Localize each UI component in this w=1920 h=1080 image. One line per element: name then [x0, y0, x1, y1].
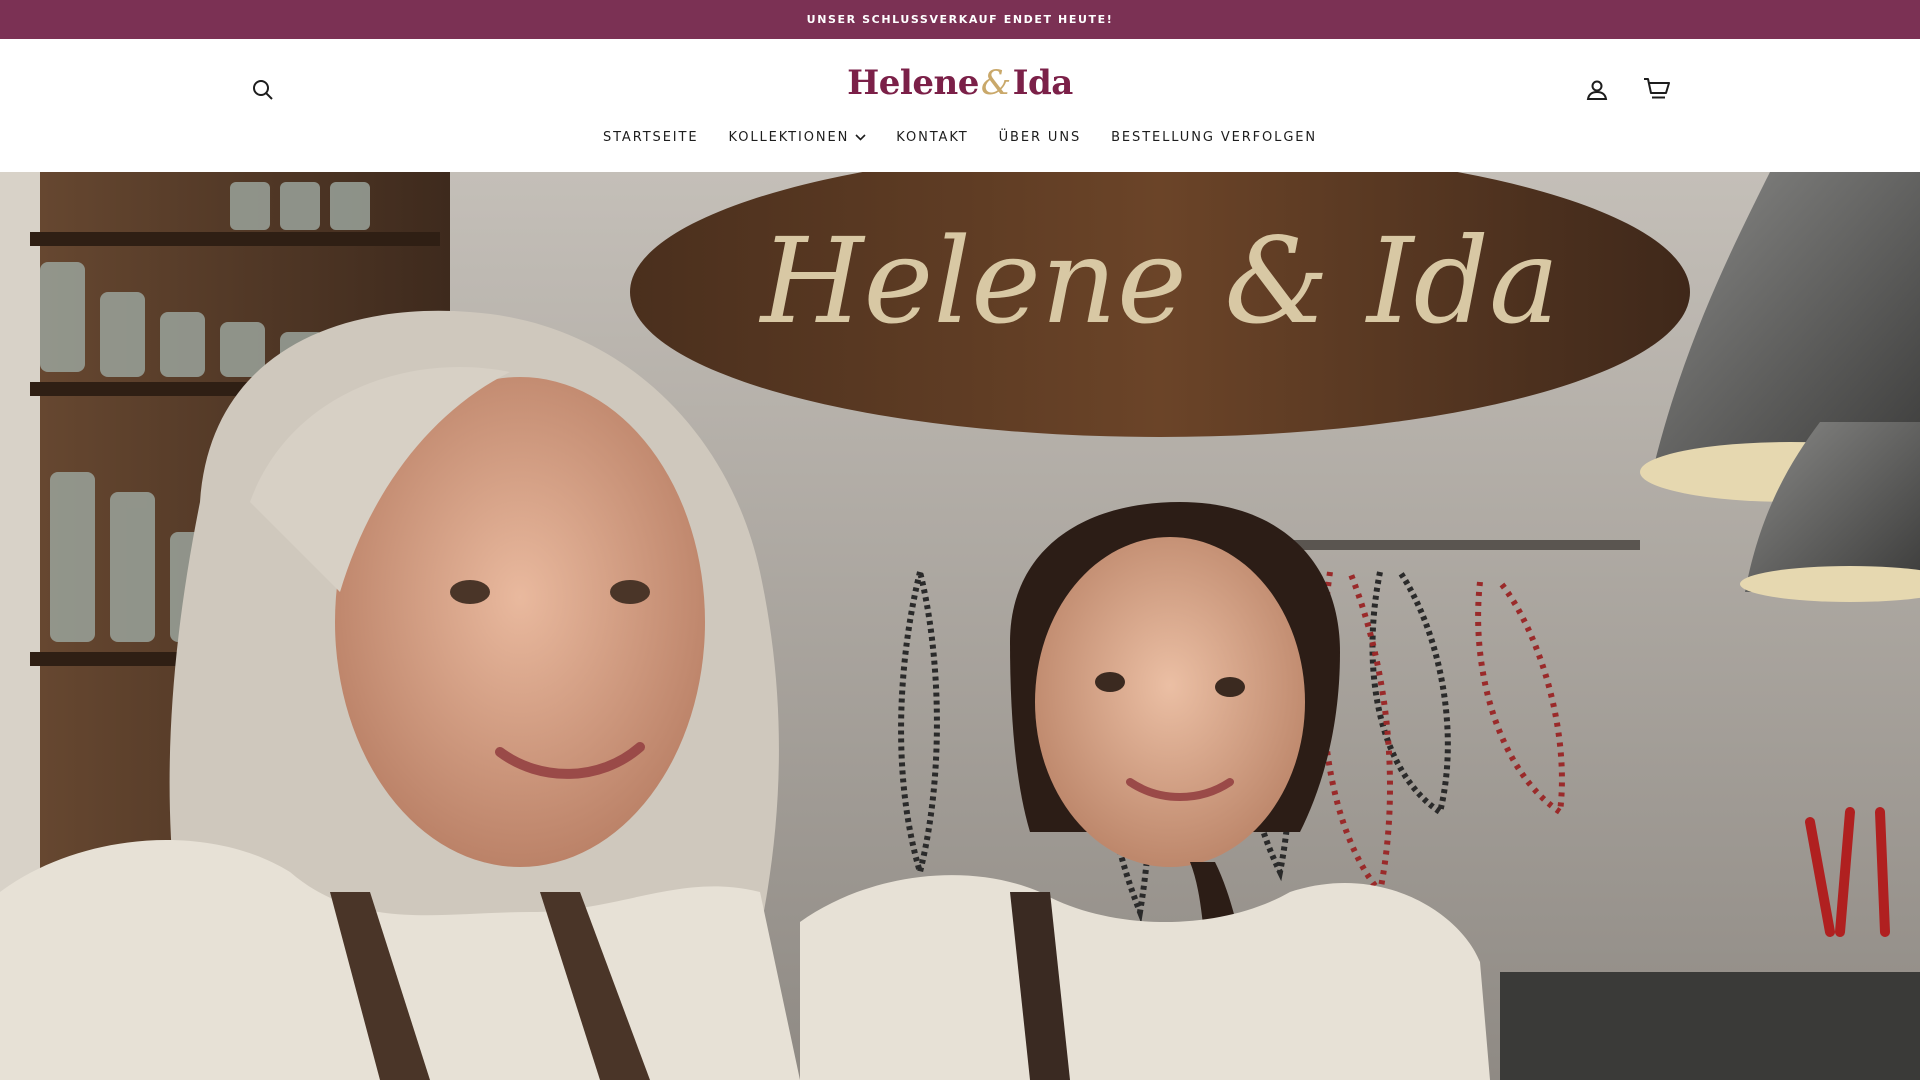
nav-item-label: STARTSEITE — [602, 130, 699, 145]
sign-text: Helene & Ida — [759, 212, 1560, 350]
announcement-bar: UNSER SCHLUSSVERKAUF ENDET HEUTE! — [0, 0, 1920, 39]
nav-item-label: BESTELLUNG VERFOLGEN — [1111, 130, 1318, 145]
announcement-text: UNSER SCHLUSSVERKAUF ENDET HEUTE! — [806, 13, 1114, 26]
search-icon — [251, 78, 275, 102]
nav-item-kontakt[interactable]: KONTAKT — [881, 126, 983, 149]
nav-item-label: KOLLEKTIONEN — [728, 130, 850, 145]
search-button[interactable] — [248, 75, 278, 105]
hero-illustration: Helene & Ida — [0, 172, 1920, 1080]
cart-button[interactable] — [1640, 73, 1674, 105]
nav-item-kollektionen[interactable]: KOLLEKTIONEN — [714, 126, 882, 149]
cart-icon — [1643, 76, 1671, 102]
main-navigation: STARTSEITE KOLLEKTIONEN KONTAKT ÜBER UNS… — [0, 126, 1920, 149]
site-header: Helene&Ida STARTSEITE KOLLEKTIONEN KONTA… — [0, 39, 1920, 172]
logo-link[interactable]: Helene&Ida — [847, 63, 1073, 103]
chevron-down-icon — [855, 134, 866, 141]
nav-item-bestellung-verfolgen[interactable]: BESTELLUNG VERFOLGEN — [1096, 126, 1332, 149]
site-logo: Helene&Ida — [0, 63, 1920, 103]
nav-item-label: ÜBER UNS — [998, 130, 1082, 145]
logo-part-1: Helene — [847, 63, 979, 103]
workbench — [1500, 972, 1920, 1080]
nav-item-startseite[interactable]: STARTSEITE — [588, 126, 714, 149]
nav-item-ueber-uns[interactable]: ÜBER UNS — [984, 126, 1097, 149]
logo-ampersand: & — [980, 63, 1011, 103]
account-button[interactable] — [1582, 75, 1612, 105]
nav-item-label: KONTAKT — [896, 130, 969, 145]
hero-image: Helene & Ida — [0, 172, 1920, 1080]
user-icon — [1585, 78, 1609, 102]
logo-part-2: Ida — [1012, 63, 1074, 103]
